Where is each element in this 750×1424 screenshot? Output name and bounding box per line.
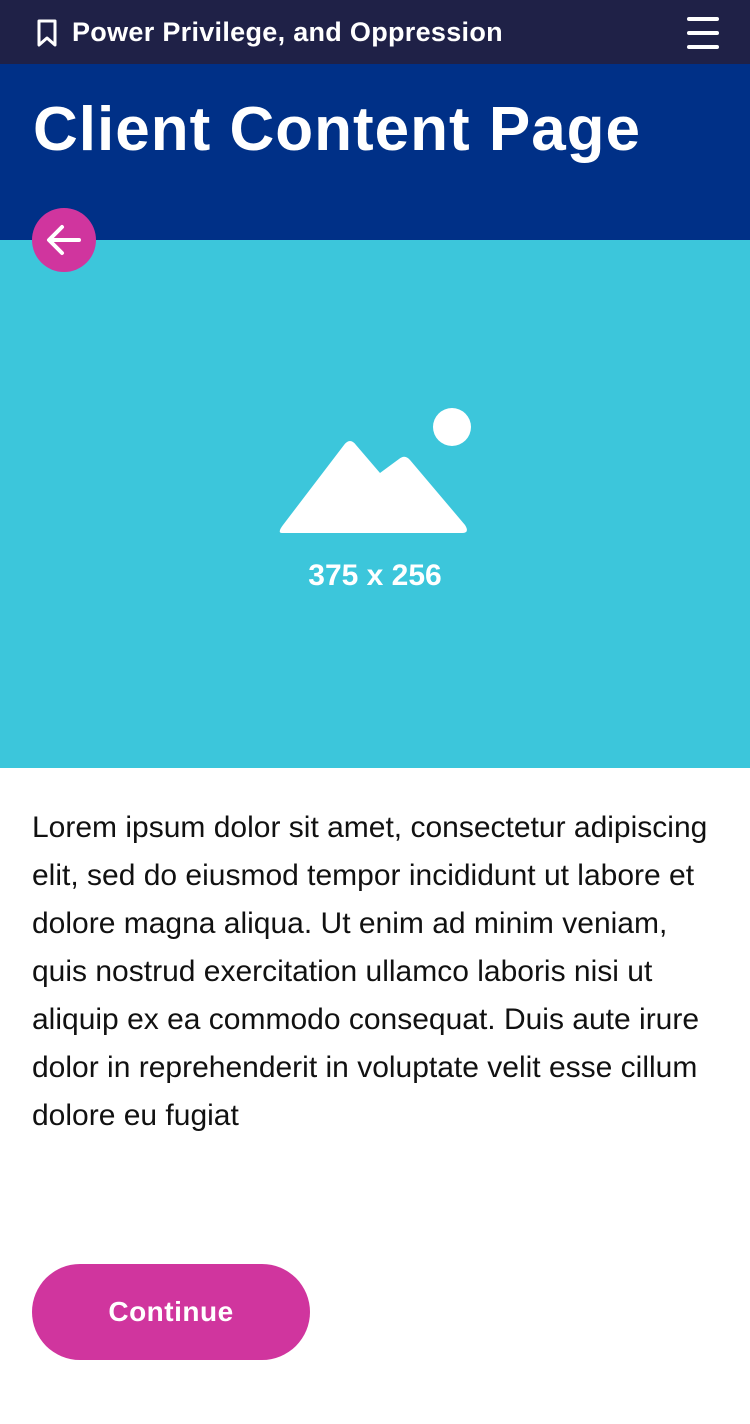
image-dimensions-label: 375 x 256: [308, 559, 442, 592]
top-app-bar: Power Privilege, and Oppression: [0, 0, 750, 64]
continue-button[interactable]: Continue: [32, 1264, 310, 1360]
page-title: Client Content Page: [33, 95, 642, 164]
hamburger-menu-icon: [687, 17, 719, 49]
hero-image-placeholder: 375 x 256: [0, 240, 750, 768]
menu-button[interactable]: [684, 14, 722, 52]
back-button[interactable]: [32, 208, 96, 272]
course-title: Power Privilege, and Oppression: [72, 17, 503, 47]
bookmark-icon[interactable]: [34, 18, 62, 48]
page-header: Client Content Page: [0, 64, 750, 240]
image-placeholder-icon: [279, 408, 471, 533]
arrow-left-icon: [47, 225, 81, 255]
body-paragraph: Lorem ipsum dolor sit amet, consectetur …: [32, 811, 708, 1132]
